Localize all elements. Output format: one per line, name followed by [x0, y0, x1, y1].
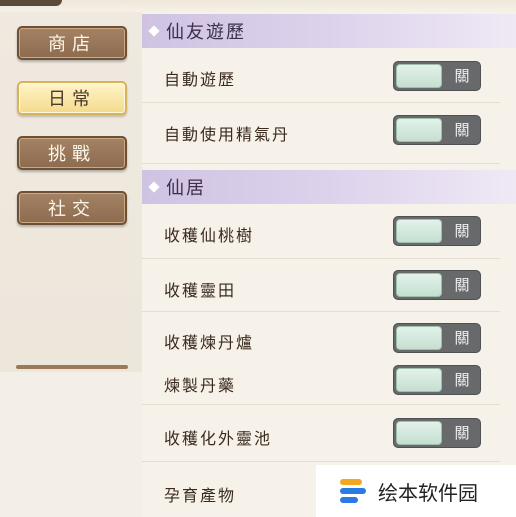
- toggle-state-label: 關: [454, 121, 470, 139]
- toggle-state-label: 關: [454, 67, 470, 85]
- section-header-xianyou: 仙友遊歷: [142, 14, 516, 48]
- toggle-knob: [396, 118, 442, 142]
- toggle-harvest-furnace[interactable]: 關: [393, 323, 481, 353]
- setting-label: 自動使用精氣丹: [164, 125, 291, 144]
- settings-panel: 仙友遊歷 自動遊歷 關 自動使用精氣丹 關 仙居 收穫仙桃樹 關 收穫靈田 關: [142, 12, 516, 517]
- setting-row: 收穫化外靈池 關: [142, 405, 500, 462]
- diamond-icon: [148, 181, 160, 193]
- toggle-knob: [396, 368, 442, 392]
- toggle-knob: [396, 273, 442, 297]
- setting-row: 自動使用精氣丹 關: [142, 103, 500, 164]
- toggle-harvest-spirit-pool[interactable]: 關: [393, 418, 481, 448]
- nav-tab-challenge[interactable]: 挑戰: [17, 136, 127, 170]
- setting-row: 收穫煉丹爐 關 煉製丹藥 關: [142, 312, 500, 405]
- left-nav-panel: 商店 日常 挑戰 社交: [0, 12, 143, 372]
- diamond-icon: [148, 25, 160, 37]
- site-logo-icon: [336, 476, 366, 506]
- setting-label: 煉製丹藥: [164, 376, 237, 395]
- toggle-knob: [396, 64, 442, 88]
- toggle-refine-pill[interactable]: 關: [393, 365, 481, 395]
- toggle-state-label: 關: [454, 276, 470, 294]
- section-header-xianju: 仙居: [142, 170, 516, 204]
- toggle-knob: [396, 421, 442, 445]
- setting-label: 收穫化外靈池: [164, 429, 273, 448]
- nav-divider: [16, 365, 128, 369]
- section-title: 仙居: [166, 178, 206, 199]
- setting-label: 收穫靈田: [164, 281, 237, 300]
- setting-row: 收穫靈田 關: [142, 259, 500, 312]
- nav-tab-social[interactable]: 社交: [17, 191, 127, 225]
- toggle-auto-use-pill[interactable]: 關: [393, 115, 481, 145]
- top-strip: [0, 0, 516, 12]
- toggle-state-label: 關: [454, 424, 470, 442]
- top-title-bar: [0, 0, 62, 6]
- setting-row: 收穫仙桃樹 關: [142, 206, 500, 259]
- toggle-auto-travel[interactable]: 關: [393, 61, 481, 91]
- setting-row: 自動遊歷 關: [142, 50, 500, 103]
- toggle-state-label: 關: [454, 371, 470, 389]
- toggle-state-label: 關: [454, 329, 470, 347]
- setting-label: 自動遊歷: [164, 70, 237, 89]
- watermark-text: 绘本软件园: [378, 480, 478, 505]
- toggle-harvest-peach[interactable]: 關: [393, 216, 481, 246]
- nav-tab-daily[interactable]: 日常: [17, 81, 127, 115]
- nav-tab-shop[interactable]: 商店: [17, 26, 127, 60]
- watermark: 绘本软件园: [316, 465, 516, 517]
- toggle-knob: [396, 219, 442, 243]
- section-title: 仙友遊歷: [166, 22, 246, 43]
- setting-label: 收穫煉丹爐: [164, 333, 255, 352]
- toggle-state-label: 關: [454, 222, 470, 240]
- setting-label: 孕育產物: [164, 486, 237, 505]
- toggle-harvest-field[interactable]: 關: [393, 270, 481, 300]
- setting-label: 收穫仙桃樹: [164, 226, 255, 245]
- toggle-knob: [396, 326, 442, 350]
